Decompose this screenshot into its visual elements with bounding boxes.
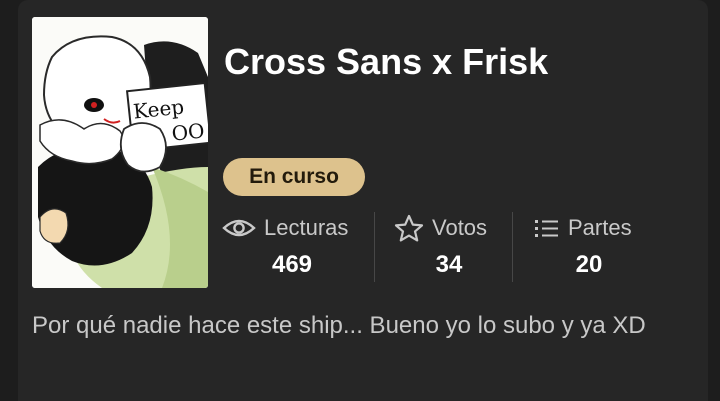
- stat-votes-label: Votos: [432, 215, 488, 240]
- list-icon: [534, 217, 560, 239]
- story-cover-image[interactable]: Keep OO: [32, 17, 208, 288]
- star-icon: [394, 214, 424, 242]
- stat-votes: Votos 34: [394, 212, 504, 282]
- cover-sign-text-2: OO: [171, 118, 206, 145]
- stat-parts-value: 20: [575, 251, 603, 278]
- cover-illustration: Keep OO: [32, 17, 208, 288]
- stat-votes-value: 34: [435, 251, 463, 278]
- eye-icon: [222, 217, 256, 239]
- stat-reads: Lecturas 469: [222, 212, 362, 282]
- stat-divider: [512, 212, 513, 282]
- stat-reads-value: 469: [271, 251, 313, 278]
- stat-parts: Partes 20: [534, 212, 644, 282]
- stat-divider: [374, 212, 375, 282]
- stat-parts-label: Partes: [568, 215, 632, 240]
- status-badge: En curso: [223, 158, 365, 196]
- story-screen: Keep OO Cross Sans x Frisk En curso Lect…: [0, 0, 720, 401]
- story-title: Cross Sans x Frisk: [224, 41, 549, 82]
- stat-reads-label: Lecturas: [264, 215, 349, 240]
- story-description: Por qué nadie hace este ship... Bueno yo…: [32, 312, 646, 339]
